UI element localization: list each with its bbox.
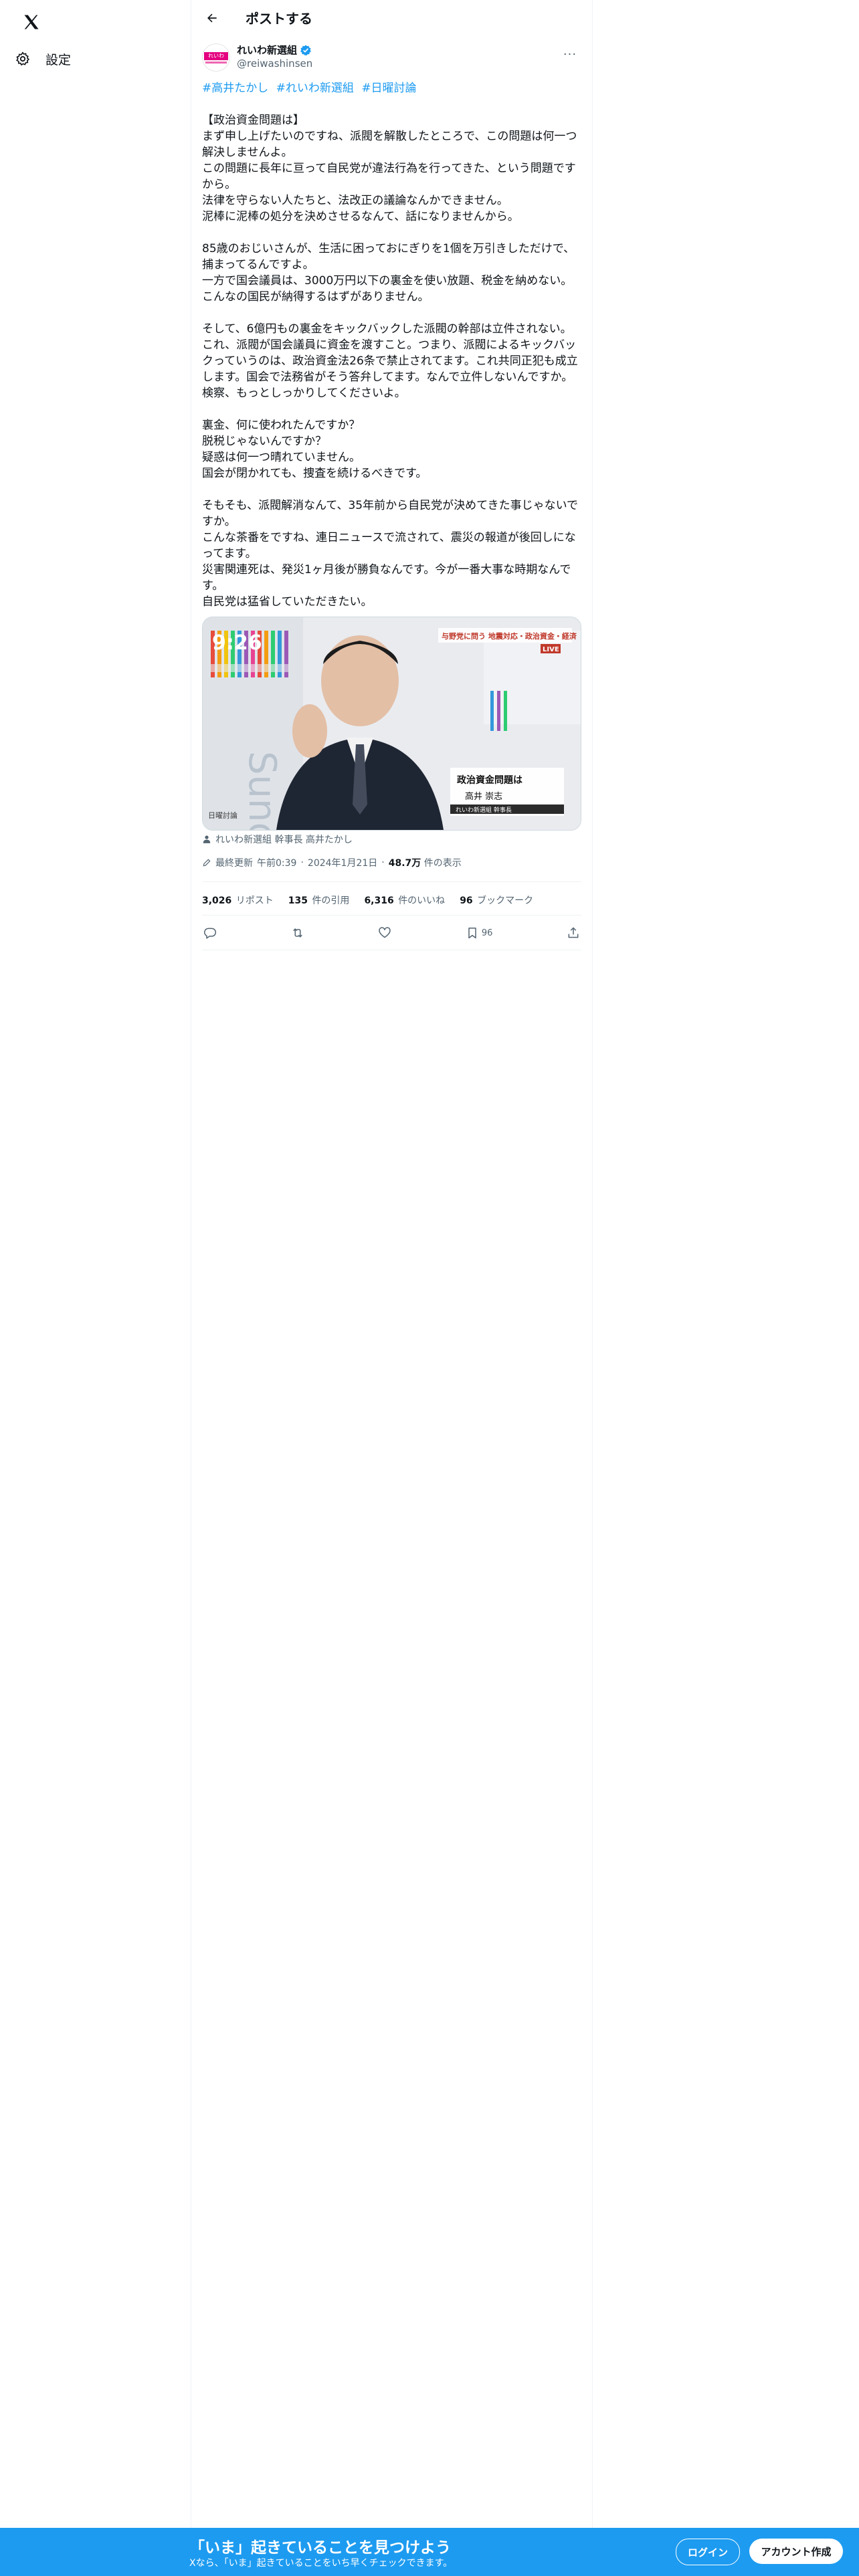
avatar-logo-text: れいわ (204, 52, 228, 60)
settings-link[interactable]: 設定 (15, 44, 71, 74)
primary-column: ポストする れいわ れいわ新選組 @reiwashinsen ··· #高井たか… (191, 0, 593, 2528)
post-text-line: 【政治資金問題は】 (202, 114, 304, 127)
corner-label: 日曜討論 (208, 811, 237, 820)
post-image[interactable]: Sunday Debate 9:26 与野党に問う 地震対応・政治資金・経済 L… (202, 617, 581, 831)
signup-banner: 「いま」起きていることを見つけよう Xなら、「いま」起きていることをいち早くチェ… (0, 2528, 859, 2576)
like-button[interactable] (377, 926, 393, 940)
bookmarks-count: 96 (460, 895, 473, 906)
post-text-line: 自民党は猛省していただきたい。 (202, 595, 373, 609)
author-handle[interactable]: @reiwashinsen (237, 58, 312, 70)
post-text-line: 災害関連死は、発災1ヶ月後が勝負なんです。今が一番大事な時期なんです。 (202, 563, 571, 593)
post-actions: 96 (202, 920, 581, 946)
share-button[interactable] (565, 926, 581, 940)
bookmark-button[interactable]: 96 (464, 926, 494, 940)
repost-icon (291, 926, 304, 940)
quotes-label: 件の引用 (312, 895, 350, 906)
hashtag-link[interactable]: #高井たかし (202, 82, 268, 95)
view-count-label: 件の表示 (423, 858, 462, 869)
hashtags: #高井たかし #れいわ新選組 #日曜討論 (202, 78, 421, 95)
author-name-row[interactable]: れいわ新選組 (237, 43, 312, 57)
post-stats: 3,026 リポスト 135 件の引用 6,316 件のいいね 96 ブックマー… (202, 893, 533, 907)
bookmarks-stat[interactable]: 96 ブックマーク (460, 893, 533, 907)
image-background-text: Sunday Debate (240, 751, 284, 830)
post-text-line: そして、6億円もの裏金をキックバックした派閥の幹部は立件されない。 (202, 322, 572, 336)
post-text-line: まず申し上げたいのですね、派閥を解散したところで、この問題は何一つ解決しませんよ… (202, 130, 577, 159)
post-text-line: そもそも、派閥解消なんて、35年前から自民党が決めてきた事じゃないですか。 (202, 499, 579, 528)
reply-icon (203, 926, 217, 940)
post-text-line: 泥棒に泥棒の処分を決めさせるなんて、話になりませんから。 (202, 210, 519, 223)
post-text: 【政治資金問題は】 まず申し上げたいのですね、派閥を解散したところで、この問題は… (202, 112, 581, 610)
reposts-count: 3,026 (202, 895, 232, 906)
bookmark-count: 96 (481, 928, 493, 938)
divider (202, 915, 581, 916)
broadcast-clock: 9:26 (212, 631, 262, 655)
likes-label: 件のいいね (398, 895, 446, 906)
view-count: 48.7万 件の表示 (389, 856, 462, 869)
post-text-line: 法律を守らない人たちと、法改正の議論なんかできません。 (202, 194, 508, 207)
post-text-line: これ、派閥が国会議員に資金を渡すこと。つまり、派閥によるキックバックっていうのは… (202, 338, 578, 384)
image-credit: れいわ新選組 幹事長 高井たかし (202, 833, 353, 846)
quotes-count: 135 (288, 895, 308, 906)
page-header: ポストする (191, 0, 592, 35)
post-author: れいわ れいわ新選組 @reiwashinsen ··· (202, 43, 581, 72)
likes-count: 6,316 (364, 895, 394, 906)
verified-badge-icon (300, 44, 312, 56)
reply-button[interactable] (202, 926, 218, 940)
post-text-line (202, 481, 581, 498)
post-text-line (202, 401, 581, 417)
bookmarks-label: ブックマーク (477, 895, 534, 906)
banner-subtitle: Xなら、「いま」起きていることをいち早くチェックできます。 (189, 2558, 453, 2569)
post-meta: 最終更新 午前0:39 · 2024年1月21日 · 48.7万 件の表示 (202, 856, 462, 869)
quotes-stat[interactable]: 135 件の引用 (288, 893, 350, 907)
caption-name: 高井 崇志 (465, 791, 502, 802)
post-text-line (202, 225, 581, 241)
post-text-line: 85歳のおじいさんが、生活に困っておにぎりを1個を万引きしただけで、捕まってるん… (202, 242, 575, 272)
caption-role: れいわ新選組 幹事長 (456, 806, 512, 814)
banner-title: 「いま」起きていることを見つけよう (189, 2539, 451, 2557)
view-count-value: 48.7万 (388, 858, 421, 869)
post-text-line: 一方で国会議員は、3000万円以下の裏金を使い放題、税金を納めない。こんなの国民… (202, 274, 573, 304)
create-account-button[interactable]: アカウント作成 (749, 2539, 843, 2564)
left-navigation: 設定 (0, 0, 191, 2528)
post-text-line: 疑惑は何一つ晴れていません。 (202, 451, 361, 464)
post-text-line: 裏金、何に使われたんですか？ (202, 419, 361, 432)
post-text-line: 国会が閉かれても、捜査を続けるべきです。 (202, 467, 427, 480)
page-title: ポストする (246, 11, 312, 27)
hashtag-link[interactable]: #日曜討論 (361, 82, 416, 95)
post-text-line (202, 305, 581, 321)
post-text-line: 脱税じゃないんですか？ (202, 435, 327, 448)
gear-icon (15, 51, 31, 67)
share-icon (567, 926, 580, 940)
post-date[interactable]: 2024年1月21日 (308, 856, 377, 869)
likes-stat[interactable]: 6,316 件のいいね (364, 893, 445, 907)
divider (202, 881, 581, 882)
back-arrow-icon[interactable] (199, 5, 225, 31)
more-options-icon[interactable]: ··· (559, 43, 581, 66)
meta-prefix[interactable]: 最終更新 (215, 856, 253, 869)
avatar[interactable]: れいわ (202, 43, 230, 72)
meta-dot: · (300, 857, 304, 868)
person-icon (202, 835, 211, 844)
post-text-line: こんな茶番をですね、連日ニュースで流されて、震災の報道が後回しになってます。 (202, 531, 576, 560)
heart-icon (378, 926, 391, 940)
reposts-stat[interactable]: 3,026 リポスト (202, 893, 274, 907)
post-time[interactable]: 午前0:39 (257, 856, 296, 869)
reposts-label: リポスト (235, 895, 274, 906)
repost-button[interactable] (290, 926, 306, 940)
caption-title: 政治資金問題は (457, 774, 522, 786)
post-text-line: 検察、もっとしっかりしてくださいよ。 (202, 387, 406, 400)
live-badge: LIVE (543, 646, 559, 653)
bookmark-icon (466, 926, 479, 940)
login-button[interactable]: ログイン (676, 2539, 740, 2565)
x-logo-icon[interactable] (15, 5, 48, 39)
author-name: れいわ新選組 (237, 44, 298, 56)
meta-dot: · (381, 857, 385, 868)
hashtag-link[interactable]: #れいわ新選組 (276, 82, 354, 95)
edit-pencil-icon (202, 858, 211, 867)
post-text-line: この問題に長年に亘って自民党が違法行為を行ってきた、という問題ですから。 (202, 162, 576, 191)
credit-text: れいわ新選組 幹事長 高井たかし (215, 835, 353, 845)
broadcast-banner: 与野党に問う 地震対応・政治資金・経済 (442, 631, 577, 641)
settings-label: 設定 (45, 52, 72, 68)
